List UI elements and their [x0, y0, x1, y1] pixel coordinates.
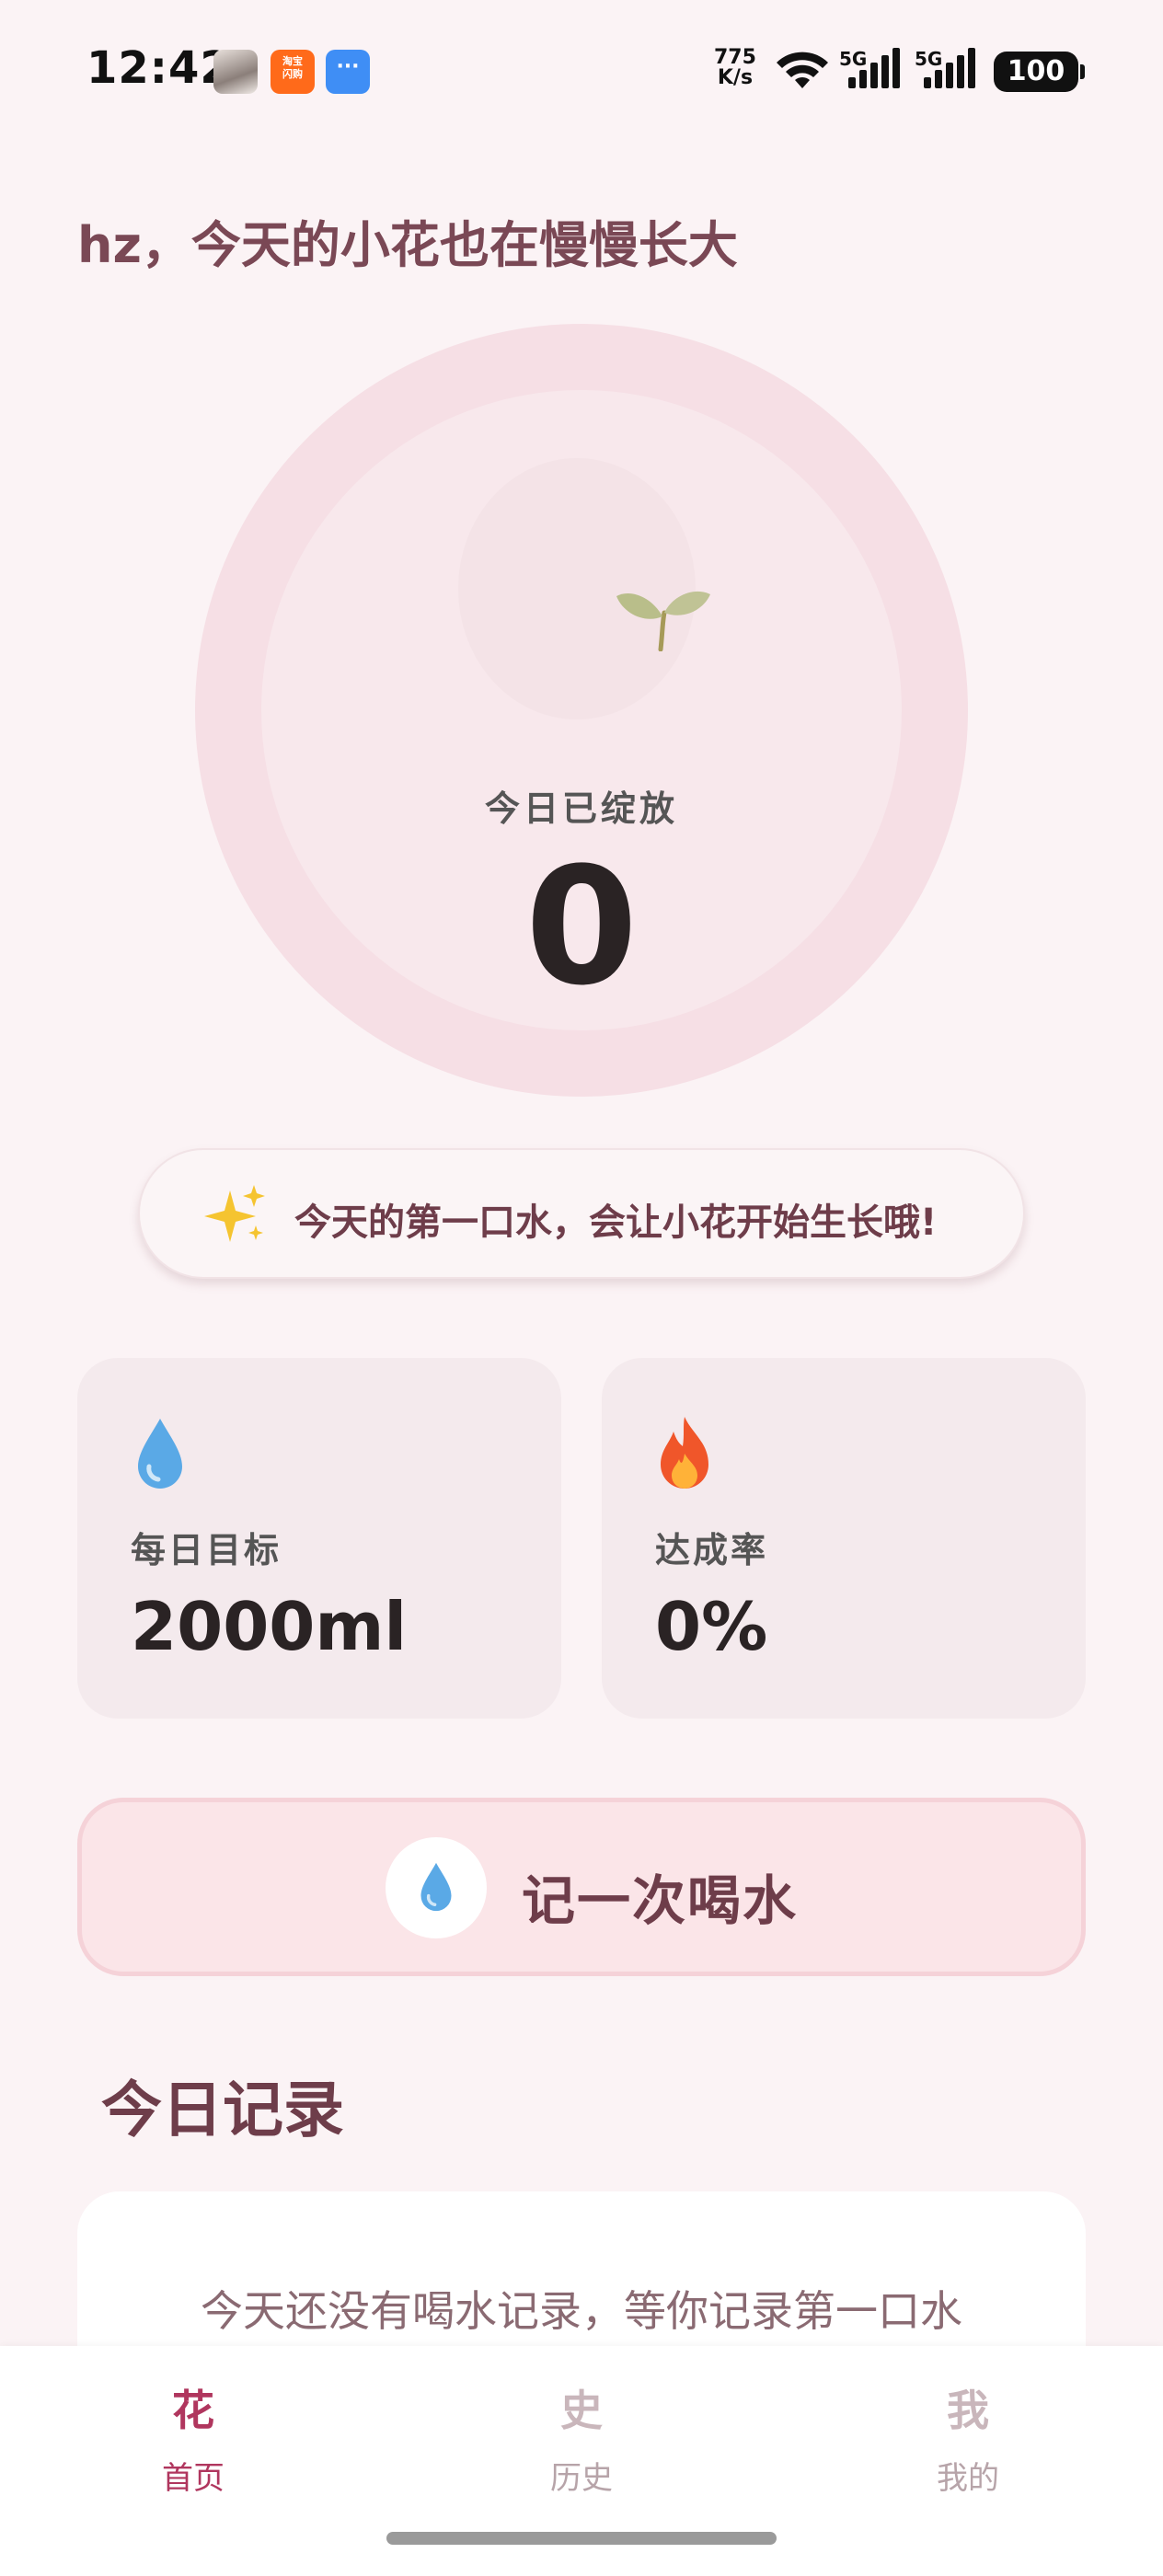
sprout-background: [458, 458, 710, 719]
fire-icon: [661, 1417, 708, 1489]
nav-history-label: 历史: [550, 2460, 613, 2497]
water-drop-icon: [138, 1419, 182, 1489]
bloom-count: 0: [524, 833, 639, 1021]
completion-rate-label: 达成率: [655, 1530, 769, 1570]
battery-icon: 100: [994, 52, 1085, 92]
signal-icon: 5G: [839, 48, 905, 92]
home-indicator[interactable]: [386, 2532, 777, 2545]
daily-goal-card: 每日目标 2000ml: [77, 1358, 561, 1719]
nav-home-icon: 花: [172, 2386, 214, 2435]
record-water-button[interactable]: 记一次喝水: [77, 1798, 1086, 1976]
nav-home-label: 首页: [162, 2460, 225, 2497]
greeting-title: hz，今天的小花也在慢慢长大: [77, 216, 738, 274]
status-bar: 12:42 淘宝闪购 775 K/s 5G 5G 100: [0, 0, 1163, 147]
network-speed-unit: K/s: [717, 66, 754, 89]
tip-banner: 今天的第一口水，会让小花开始生长哦!: [138, 1148, 1025, 1279]
bloom-progress-inner: 今日已绽放 0: [261, 390, 902, 1030]
sparkles-icon: [204, 1185, 265, 1242]
daily-goal-value: 2000ml: [131, 1588, 408, 1665]
bloom-label: 今日已绽放: [484, 788, 678, 829]
daily-goal-label: 每日目标: [131, 1530, 282, 1570]
completion-rate-card: 达成率 0%: [602, 1358, 1086, 1719]
nav-profile[interactable]: 我 我的: [858, 2383, 1078, 2498]
record-water-icon-circle: [386, 1837, 487, 1938]
taobao-notification-icon: 淘宝 闪购: [271, 50, 315, 94]
sim1-label: 5G: [839, 48, 868, 70]
water-drop-icon: [420, 1862, 452, 1912]
network-speed: 775 K/s: [714, 48, 756, 88]
sprout-icon: [616, 591, 710, 651]
message-notification-icon: [326, 50, 370, 94]
avatar-notification-icon: [213, 50, 258, 94]
today-records-empty-text: 今天还没有喝水记录，等你记录第一口水: [201, 2286, 962, 2336]
status-time: 12:42: [86, 42, 232, 94]
nav-profile-icon: 我: [947, 2386, 989, 2435]
sim2-label: 5G: [915, 48, 943, 70]
record-water-label: 记一次喝水: [522, 1869, 799, 1932]
today-records-title: 今日记录: [101, 2075, 344, 2145]
wifi-icon: [777, 52, 828, 88]
nav-profile-label: 我的: [937, 2460, 999, 2497]
nav-history[interactable]: 史 历史: [471, 2383, 692, 2498]
completion-rate-value: 0%: [655, 1588, 768, 1665]
signal-icon: 5G: [915, 48, 981, 92]
nav-history-icon: 史: [560, 2386, 603, 2435]
network-speed-value: 775: [714, 46, 756, 69]
nav-home[interactable]: 花 首页: [83, 2383, 304, 2498]
tip-text: 今天的第一口水，会让小花开始生长哦!: [294, 1202, 938, 1244]
bloom-progress-ring: 今日已绽放 0: [195, 324, 968, 1097]
